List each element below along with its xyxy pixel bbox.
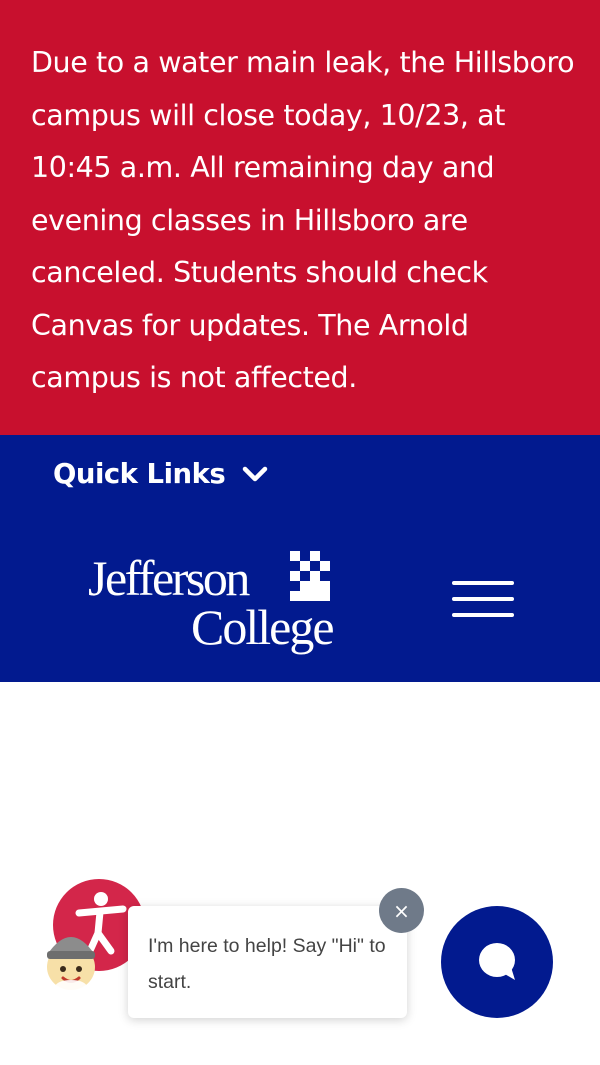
chat-greeting-text: I'm here to help! Say "Hi" to start. bbox=[148, 935, 386, 993]
logo-text-college: College bbox=[191, 599, 333, 655]
site-header: Quick Links Jefferson College bbox=[0, 435, 600, 682]
hamburger-menu-icon[interactable] bbox=[452, 581, 514, 621]
quick-links-toggle[interactable]: Quick Links bbox=[53, 458, 270, 490]
emergency-alert-banner: Due to a water main leak, the Hillsboro … bbox=[0, 0, 600, 435]
helper-avatar-icon[interactable] bbox=[38, 925, 104, 995]
checkerboard-logo-mark bbox=[290, 551, 330, 601]
chat-greeting-bubble[interactable]: I'm here to help! Say "Hi" to start. bbox=[128, 906, 407, 1018]
quick-links-label: Quick Links bbox=[53, 458, 226, 490]
chevron-down-icon bbox=[242, 466, 268, 482]
logo-text-jefferson: Jefferson bbox=[88, 550, 250, 606]
alert-message: Due to a water main leak, the Hillsboro … bbox=[31, 46, 575, 394]
close-icon: × bbox=[393, 898, 410, 923]
jefferson-college-logo[interactable]: Jefferson College bbox=[88, 547, 348, 657]
chat-launcher-button[interactable] bbox=[441, 906, 553, 1018]
close-chat-greeting-button[interactable]: × bbox=[379, 888, 424, 933]
chat-bubble-icon bbox=[479, 943, 515, 980]
